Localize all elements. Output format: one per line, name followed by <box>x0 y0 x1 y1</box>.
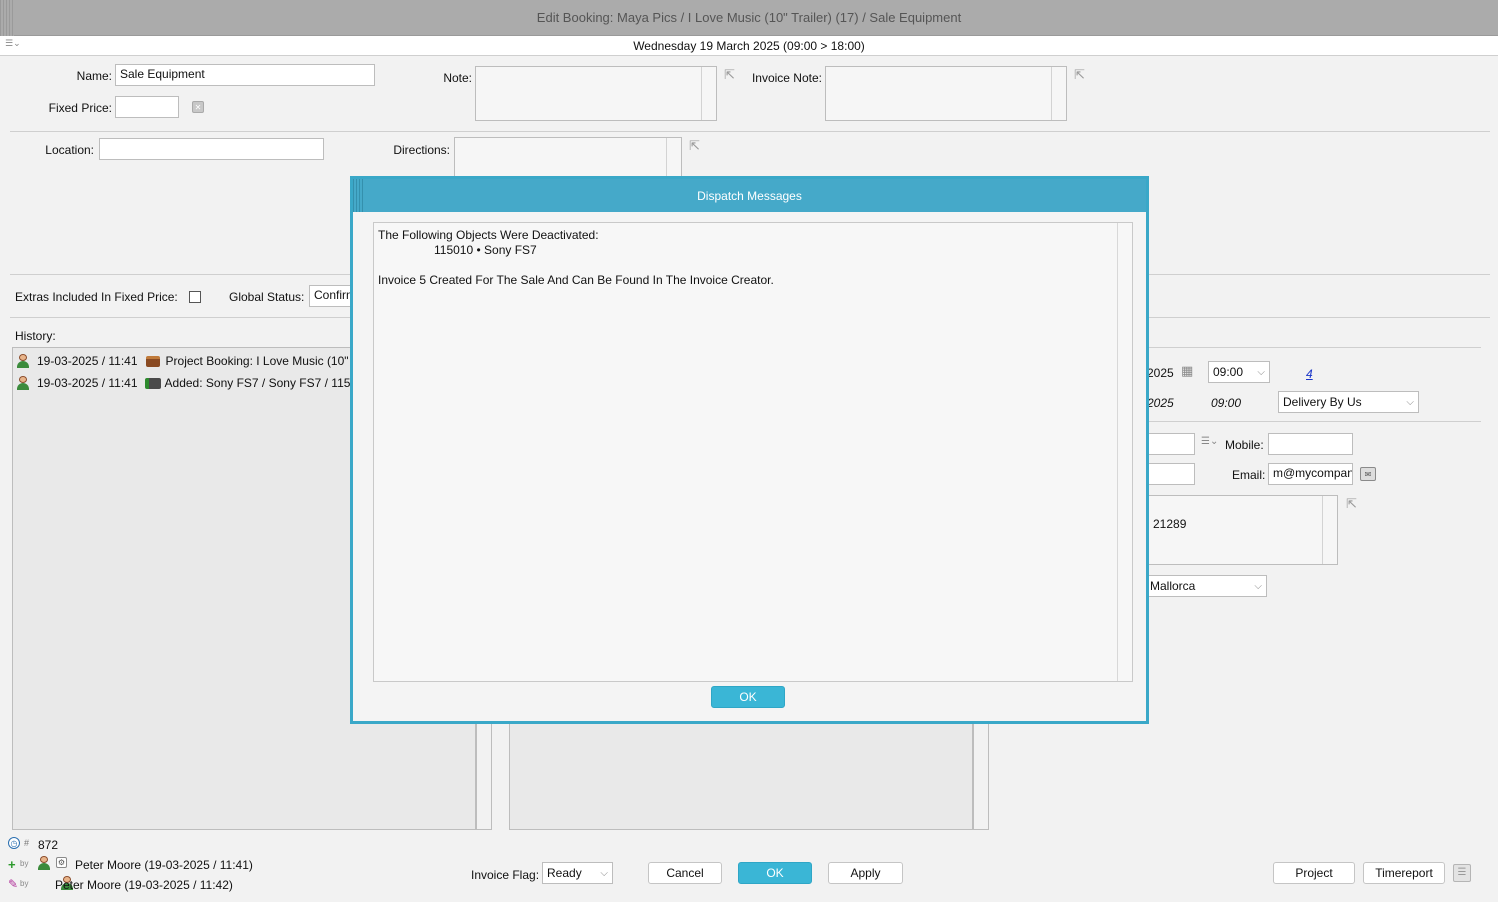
divider <box>1148 347 1481 348</box>
location-input[interactable] <box>99 138 324 160</box>
contact-field-partial[interactable] <box>1148 463 1195 485</box>
date-field-partial[interactable]: 2025 <box>1147 366 1174 380</box>
dialog-line-invoice: Invoice 5 Created For The Sale And Can B… <box>378 273 774 287</box>
time-select[interactable]: 09:00 ⌵ <box>1208 361 1270 383</box>
divider <box>10 131 1490 132</box>
created-by-label: Peter Moore (19-03-2025 / 11:41) <box>75 858 253 872</box>
note-label: Note: <box>443 71 472 85</box>
history-row[interactable]: 19-03-2025 / 11:41 Added: Sony FS7 / Son… <box>17 373 350 393</box>
delivery-select-value: Delivery By Us <box>1283 395 1362 409</box>
camera-icon <box>144 377 161 389</box>
history-text: Added: Sony FS7 / Sony FS7 / 115 <box>164 376 351 390</box>
chevron-down-icon: ⌵ <box>600 867 608 879</box>
history-label: History: <box>15 329 56 343</box>
expand-address-icon[interactable]: ⇱ <box>1346 497 1360 511</box>
location-label: Location: <box>45 143 94 157</box>
by-tag: by <box>20 859 29 868</box>
briefcase-icon <box>145 355 160 367</box>
extras-label: Extras Included In Fixed Price: <box>15 290 178 304</box>
expand-note-icon[interactable]: ⇱ <box>724 68 738 82</box>
clear-price-icon[interactable]: ✕ <box>192 101 204 113</box>
dialog-message-area: The Following Objects Were Deactivated: … <box>373 222 1133 682</box>
mobile-label: Mobile: <box>1225 438 1264 452</box>
address-textarea[interactable]: 21289 <box>1148 495 1338 565</box>
report-icon[interactable]: ☰ <box>1453 864 1471 882</box>
window-drag-handle[interactable] <box>0 0 14 36</box>
date-range-label: Wednesday 19 March 2025 (09:00 > 18:00) <box>633 38 865 53</box>
list-menu-icon[interactable]: ☰⌄ <box>1201 436 1218 447</box>
invoice-note-label: Invoice Note: <box>751 71 822 85</box>
user-icon <box>38 856 50 870</box>
count-link[interactable]: 4 <box>1306 367 1313 381</box>
time-readout: 09:00 <box>1211 396 1242 410</box>
fixed-price-input[interactable] <box>115 96 179 118</box>
region-select-value: Mallorca <box>1150 579 1196 593</box>
delivery-select[interactable]: Delivery By Us ⌵ <box>1278 391 1419 413</box>
calendar-icon[interactable]: ▦ <box>1181 363 1193 379</box>
directions-label: Directions: <box>393 143 450 157</box>
directions-textarea[interactable] <box>454 137 682 177</box>
history-timestamp: 19-03-2025 / 11:41 <box>37 354 138 368</box>
chevron-down-icon: ⌵ <box>1257 366 1265 378</box>
modified-by-label: Peter Moore (19-03-2025 / 11:42) <box>55 878 233 892</box>
chevron-down-icon: ⌵ <box>1406 396 1414 408</box>
invoice-flag-label: Invoice Flag: <box>471 868 540 882</box>
divider <box>1148 421 1481 422</box>
menu-icon[interactable]: ☰⌄ <box>5 38 21 49</box>
expand-directions-icon[interactable]: ⇱ <box>689 139 703 153</box>
timereport-button[interactable]: Timereport <box>1363 862 1445 884</box>
project-button[interactable]: Project <box>1273 862 1355 884</box>
settings-icon: ⚙ <box>56 857 67 868</box>
window-title: Edit Booking: Maya Pics / I Love Music (… <box>536 10 962 25</box>
window-titlebar: Edit Booking: Maya Pics / I Love Music (… <box>0 0 1498 36</box>
date-range-bar: Wednesday 19 March 2025 (09:00 > 18:00) <box>0 36 1498 56</box>
history-row[interactable]: 19-03-2025 / 11:41 Project Booking: I Lo… <box>17 351 349 371</box>
invoice-note-textarea[interactable] <box>825 66 1067 121</box>
global-status-label: Global Status: <box>229 290 305 304</box>
contact-field-partial[interactable] <box>1148 433 1195 455</box>
date-readout-partial: 2025 <box>1147 396 1174 410</box>
global-status-select[interactable]: Confirm <box>309 285 354 307</box>
dialog-title: Dispatch Messages <box>697 188 802 203</box>
expand-invoice-note-icon[interactable]: ⇱ <box>1074 68 1088 82</box>
name-label: Name: <box>76 69 112 83</box>
history-timestamp: 19-03-2025 / 11:41 <box>37 376 138 390</box>
chevron-down-icon: ⌵ <box>1254 580 1262 592</box>
dialog-drag-handle[interactable] <box>353 179 365 212</box>
ok-button[interactable]: OK <box>738 862 812 884</box>
user-icon <box>17 376 29 390</box>
plus-icon: + <box>8 857 16 872</box>
mobile-input[interactable] <box>1268 433 1353 455</box>
address-text-partial: 21289 <box>1153 517 1187 531</box>
email-input[interactable]: m@mycompan <box>1268 463 1353 485</box>
extras-checkbox[interactable] <box>189 291 201 303</box>
by-tag: by <box>20 879 29 888</box>
fixed-price-label: Fixed Price: <box>48 101 112 115</box>
time-select-value: 09:00 <box>1213 365 1244 379</box>
hash-tag: # <box>24 838 30 848</box>
email-label: Email: <box>1232 468 1266 482</box>
pencil-icon: ✎ <box>8 877 19 891</box>
region-select[interactable]: Mallorca ⌵ <box>1145 575 1267 597</box>
invoice-flag-select[interactable]: Ready ⌵ <box>542 862 613 884</box>
cancel-button[interactable]: Cancel <box>648 862 722 884</box>
note-textarea[interactable] <box>475 66 717 121</box>
mail-icon[interactable]: ✉ <box>1360 467 1376 481</box>
user-icon <box>17 354 29 368</box>
dispatch-messages-dialog: Dispatch Messages The Following Objects … <box>350 176 1149 724</box>
apply-button[interactable]: Apply <box>828 862 903 884</box>
booking-id: 872 <box>38 838 59 852</box>
dialog-ok-button[interactable]: OK <box>711 686 785 708</box>
invoice-flag-value: Ready <box>547 866 582 880</box>
dialog-line-deactivated: The Following Objects Were Deactivated: <box>378 228 599 242</box>
history-text: Project Booking: I Love Music (10" <box>165 354 349 368</box>
clock-icon: ◷ <box>8 837 20 849</box>
name-input[interactable]: Sale Equipment <box>115 64 375 86</box>
dialog-line-object: 115010 • Sony FS7 <box>434 243 537 257</box>
dialog-header: Dispatch Messages <box>353 179 1146 212</box>
